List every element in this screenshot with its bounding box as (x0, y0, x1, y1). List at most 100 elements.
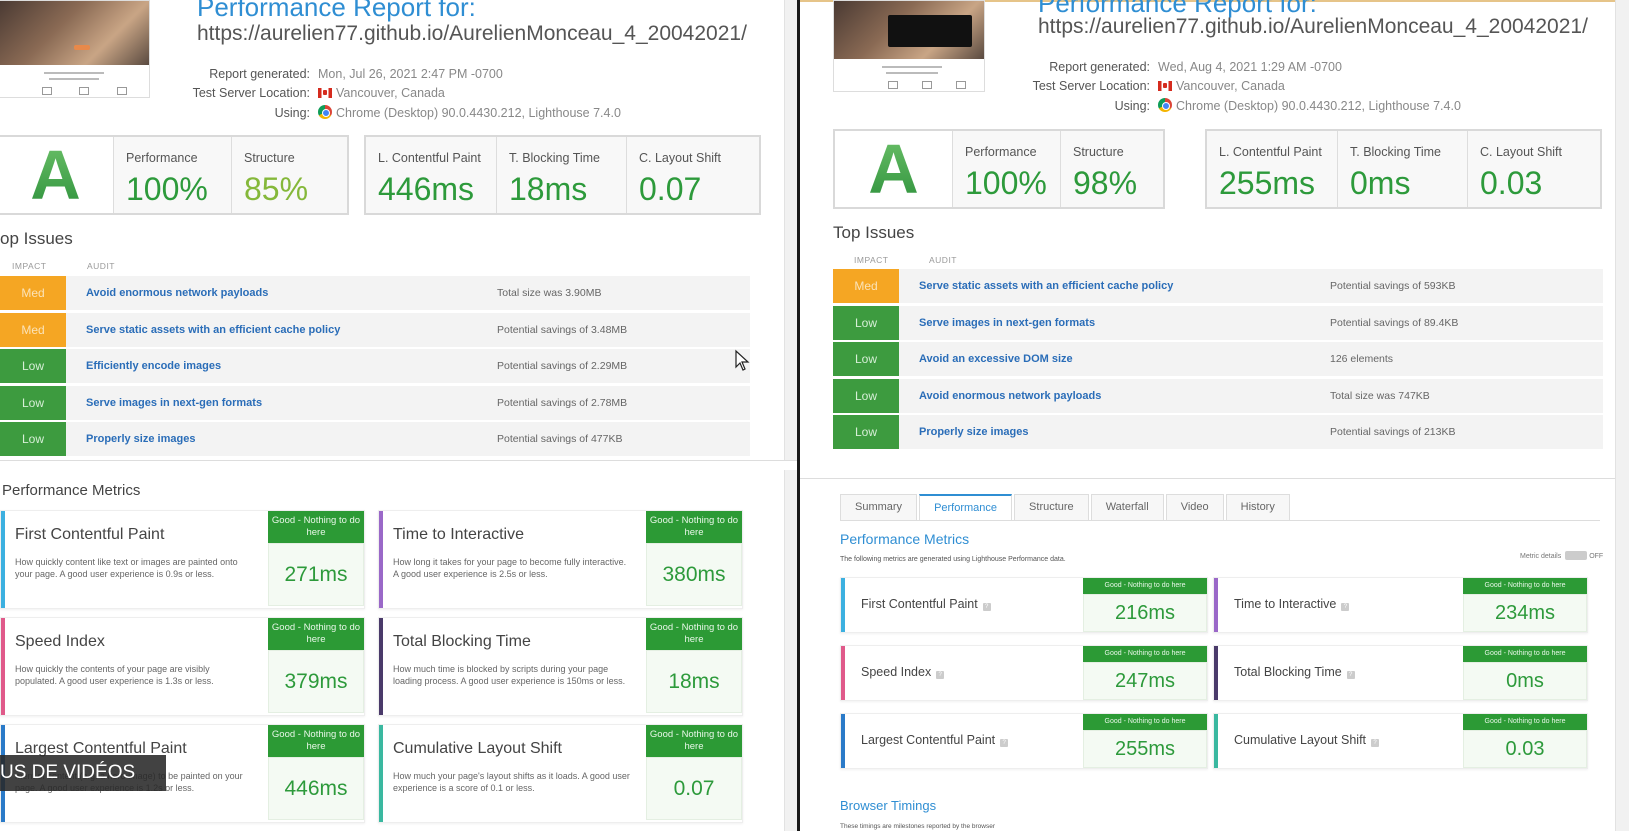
issue-row[interactable]: Med Serve static assets with an efficient… (0, 312, 750, 347)
structure-score-value: 98% (1073, 165, 1138, 201)
toggle-switch[interactable] (1565, 551, 1588, 560)
page-screenshot-thumbnail[interactable] (0, 0, 150, 98)
metric-details-label: Metric details (1520, 553, 1562, 560)
audit-link[interactable]: Serve images in next-gen formats (919, 317, 1095, 329)
lcp-vital-cell: L. Contentful Paint 255ms (1207, 131, 1338, 207)
performance-score-cell: Performance 100% (114, 137, 232, 213)
metric-value: 0.03 (1463, 730, 1587, 768)
thumbnail-icon (956, 81, 966, 89)
audit-link[interactable]: Serve static assets with an efficient ca… (919, 280, 1173, 292)
issue-note: Potential savings of 213KB (1330, 426, 1456, 438)
metric-status-badge: Good - Nothing to do here (1083, 646, 1207, 662)
using-value: Chrome (Desktop) 90.0.4430.212, Lighthou… (1176, 99, 1461, 113)
vertical-scrollbar[interactable] (784, 0, 798, 460)
vertical-scrollbar[interactable] (784, 470, 798, 831)
audit-link[interactable]: Properly size images (86, 433, 195, 445)
audit-link[interactable]: Avoid enormous network payloads (919, 390, 1101, 402)
issue-note: Potential savings of 2.78MB (497, 396, 628, 409)
tab-history[interactable]: History (1225, 494, 1290, 520)
issue-row[interactable]: Low Serve images in next-gen formats Poten… (833, 305, 1603, 340)
audit-link[interactable]: Efficiently encode images (86, 360, 221, 372)
metric-details-toggle[interactable]: Metric details OFF (1520, 551, 1603, 560)
metric-name-text: Largest Contentful Paint (861, 733, 996, 747)
metric-value: 255ms (1083, 730, 1207, 768)
cls-vital-value: 0.07 (639, 171, 702, 207)
help-icon[interactable]: ? (1000, 739, 1009, 747)
audit-column-header: AUDIT (87, 261, 115, 271)
issue-row[interactable]: Low Properly size images Potential savings… (0, 422, 750, 456)
report-tabs: Summary Performance Structure Waterfall … (840, 494, 1600, 521)
metric-status-badge: Good - Nothing to do here (1463, 578, 1587, 594)
canada-flag-icon (318, 88, 332, 98)
tab-video[interactable]: Video (1165, 494, 1224, 520)
metric-name-text: Time to Interactive (1234, 597, 1337, 611)
issue-row[interactable]: Low Properly size images Potential savings… (833, 415, 1603, 449)
metric-name: First Contentful Paint (15, 526, 165, 543)
report-url[interactable]: https://aurelien77.github.io/AurelienMon… (197, 22, 747, 46)
tab-performance[interactable]: Performance (919, 494, 1013, 520)
section-divider (0, 460, 798, 461)
audit-link[interactable]: Properly size images (919, 426, 1028, 438)
chrome-icon (318, 105, 332, 119)
thumbnail-icon (79, 87, 89, 95)
performance-score-label: Performance (965, 145, 1037, 159)
issue-note: Potential savings of 2.29MB (497, 360, 628, 372)
metric-status-badge: Good - Nothing to do here (1083, 578, 1207, 594)
audit-link[interactable]: Avoid an excessive DOM size (919, 353, 1073, 365)
metric-color-bar (1, 511, 5, 608)
issue-row[interactable]: Med Avoid enormous network payloads Total … (0, 276, 750, 310)
test-server-location-row: Test Server Location: Vancouver, Canada (990, 79, 1285, 93)
report-url[interactable]: https://aurelien77.github.io/AurelienMon… (1038, 15, 1588, 39)
issue-row[interactable]: Low Avoid enormous network payloads Total … (833, 378, 1603, 413)
tbt-vital-cell: T. Blocking Time 0ms (1338, 131, 1468, 207)
issue-row[interactable]: Low Serve images in next-gen formats Poten… (0, 385, 750, 420)
impact-badge: Low (833, 378, 899, 413)
more-videos-overlay[interactable]: US DE VIDÉOS (0, 755, 166, 791)
metric-description: How much your page's layout shifts as it… (393, 771, 630, 793)
vertical-scrollbar[interactable] (1615, 0, 1629, 831)
metric-color-bar (1214, 646, 1218, 700)
test-server-location-value: Vancouver, Canada (336, 86, 445, 100)
metric-name: Total Blocking Time (393, 633, 531, 650)
audit-link[interactable]: Serve images in next-gen formats (86, 397, 262, 409)
tab-summary[interactable]: Summary (840, 494, 918, 520)
issue-row[interactable]: Med Serve static assets with an efficient… (833, 269, 1603, 303)
audit-link[interactable]: Serve static assets with an efficient ca… (86, 324, 340, 336)
grade-cell: A (0, 136, 114, 214)
help-icon[interactable]: ? (936, 671, 945, 679)
left-report-pane: Performance Report for: https://aurelien… (0, 0, 798, 831)
help-icon[interactable]: ? (1341, 603, 1350, 611)
metric-value: 18ms (646, 650, 742, 713)
help-icon[interactable]: ? (1346, 671, 1355, 679)
thumbnail-text-line (882, 66, 942, 68)
metric-color-bar (1, 618, 5, 715)
tab-waterfall[interactable]: Waterfall (1090, 494, 1164, 520)
thumbnail-icon (922, 81, 932, 89)
tab-structure[interactable]: Structure (1014, 494, 1089, 520)
metric-status-badge: Good - Nothing to do here (1463, 714, 1587, 730)
performance-score-label: Performance (126, 151, 198, 165)
metric-card: Time to Interactive? Good - Nothing to do… (1213, 577, 1588, 633)
metric-color-bar (379, 618, 383, 715)
metric-description: How much time is blocked by scripts duri… (393, 664, 626, 686)
metric-card: Largest Contentful Paint? Good - Nothing … (840, 713, 1208, 769)
help-icon[interactable]: ? (982, 603, 991, 611)
using-row: Using: Chrome (Desktop) 90.0.4430.212, Li… (990, 98, 1461, 113)
metric-color-bar (1214, 714, 1218, 768)
metric-color-bar (841, 714, 845, 768)
issue-row[interactable]: Low Avoid an excessive DOM size 126 elemen… (833, 342, 1603, 376)
test-server-location-label: Test Server Location: (1032, 79, 1150, 93)
audit-link[interactable]: Avoid enormous network payloads (86, 287, 268, 299)
metric-description: How quickly the contents of your page ar… (15, 664, 214, 686)
issue-note: Potential savings of 593KB (1330, 280, 1456, 292)
report-generated-label: Report generated: (209, 67, 310, 81)
metric-color-bar (841, 646, 845, 700)
toggle-state: OFF (1589, 553, 1604, 560)
issue-row[interactable]: Low Efficiently encode images Potential sa… (0, 349, 750, 383)
metric-value: 379ms (268, 650, 364, 713)
metric-value: 271ms (268, 543, 364, 606)
gtmetrix-grade-box: A Performance 100% Structure 85% (0, 135, 349, 215)
issue-note: Total size was 3.90MB (497, 287, 602, 299)
page-screenshot-thumbnail[interactable] (833, 0, 985, 92)
help-icon[interactable]: ? (1371, 739, 1380, 747)
